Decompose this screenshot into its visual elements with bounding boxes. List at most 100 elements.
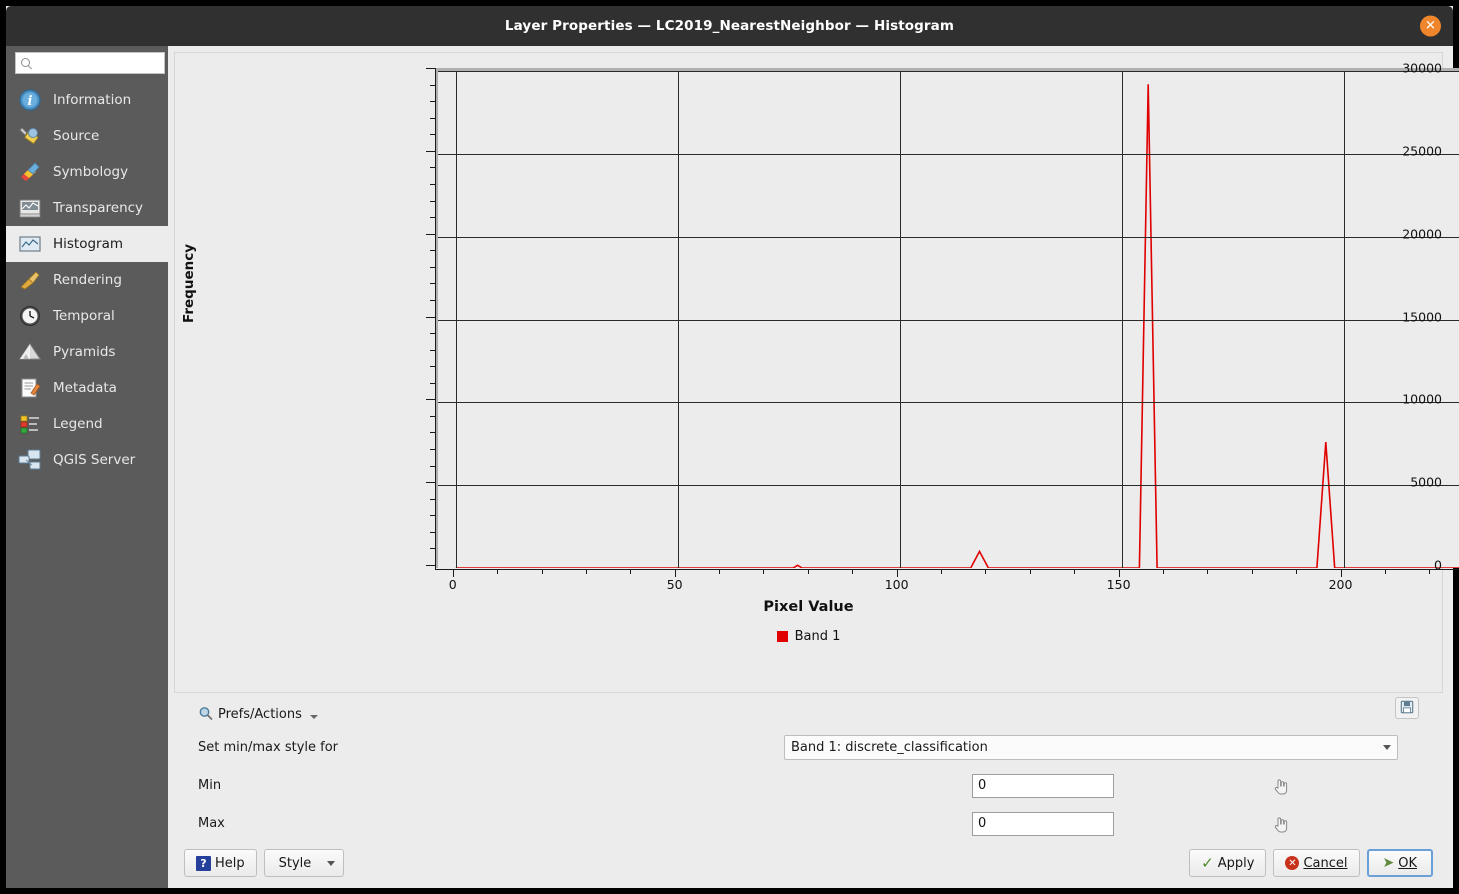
x-tick-major xyxy=(1340,569,1342,577)
dialog-body: i Information Source Symbology Transpare… xyxy=(6,46,1459,888)
band-select-value: Band 1: discrete_classification xyxy=(791,740,988,755)
y-tick-minor xyxy=(430,101,435,103)
cancel-label: Cancel xyxy=(1303,855,1348,871)
x-tick-minor xyxy=(1074,569,1076,574)
pyramids-icon xyxy=(18,340,42,364)
sidebar: i Information Source Symbology Transpare… xyxy=(6,46,168,888)
y-tick-minor xyxy=(430,167,435,169)
min-label: Min xyxy=(198,778,222,793)
sidebar-item-symbology[interactable]: Symbology xyxy=(6,154,168,190)
sidebar-item-metadata[interactable]: Metadata xyxy=(6,370,168,406)
y-tick-major xyxy=(426,233,435,235)
histogram-controls: Prefs/Actions Set min/max style for Band… xyxy=(174,693,1443,839)
magnifier-prefs-icon xyxy=(198,706,214,722)
prefs-actions-row: Prefs/Actions xyxy=(198,697,1433,725)
y-tick-minor xyxy=(430,465,435,467)
x-tick-minor xyxy=(941,569,943,574)
y-tick-label: 10000 xyxy=(1402,391,1442,407)
sidebar-item-label: Histogram xyxy=(53,236,124,252)
min-input[interactable] xyxy=(972,773,1114,798)
qgis-server-icon xyxy=(18,448,42,472)
style-label: Style xyxy=(278,855,312,871)
x-tick-major xyxy=(674,569,676,577)
ok-label: OK xyxy=(1398,855,1417,871)
x-tick-major xyxy=(1118,569,1120,577)
sidebar-item-label: Source xyxy=(53,128,100,144)
histogram-icon xyxy=(18,232,42,256)
title-bar: Layer Properties — LC2019_NearestNeighbo… xyxy=(6,6,1453,46)
x-tick-minor xyxy=(1296,569,1298,574)
chevron-down-icon[interactable] xyxy=(309,715,318,719)
y-tick-minor xyxy=(430,498,435,500)
information-icon: i xyxy=(18,88,42,112)
sidebar-item-label: Symbology xyxy=(53,164,129,180)
x-tick-minor xyxy=(585,569,587,574)
y-tick-minor xyxy=(430,366,435,368)
sidebar-item-rendering[interactable]: Rendering xyxy=(6,262,168,298)
sidebar-item-transparency[interactable]: Transparency xyxy=(6,190,168,226)
x-tick-label: 100 xyxy=(884,577,909,592)
y-tick-minor xyxy=(430,349,435,351)
search-icon xyxy=(21,57,32,69)
prefs-actions-label[interactable]: Prefs/Actions xyxy=(218,707,302,722)
raster-histogram-chart: Raster Histogram Frequency Pixel Value 0… xyxy=(174,52,1459,693)
y-tick-major xyxy=(426,316,435,318)
sidebar-item-histogram[interactable]: Histogram xyxy=(6,226,168,262)
temporal-clock-icon xyxy=(18,304,42,328)
x-tick-minor xyxy=(630,569,632,574)
x-tick-minor xyxy=(1162,569,1164,574)
gridline-vertical xyxy=(677,71,679,568)
x-tick-minor xyxy=(807,569,809,574)
sidebar-item-qgis-server[interactable]: QGIS Server xyxy=(6,442,168,478)
ok-button[interactable]: ➤ OK xyxy=(1366,849,1433,877)
sidebar-item-legend[interactable]: Legend xyxy=(6,406,168,442)
y-tick-label: 20000 xyxy=(1402,226,1442,242)
x-tick-minor xyxy=(719,569,721,574)
save-button[interactable] xyxy=(1395,697,1419,719)
y-tick-minor xyxy=(430,266,435,268)
apply-button[interactable]: ✓ Apply xyxy=(1189,849,1267,877)
chart-y-axis-label: Frequency xyxy=(181,243,197,323)
sidebar-item-information[interactable]: i Information xyxy=(6,82,168,118)
x-tick-label: 50 xyxy=(666,577,683,592)
x-tick-minor xyxy=(985,569,987,574)
pointing-hand-icon[interactable] xyxy=(1273,815,1289,833)
pointing-hand-icon[interactable] xyxy=(1273,777,1289,795)
max-row: Max xyxy=(198,808,1433,839)
y-tick-minor xyxy=(430,299,435,301)
y-tick-minor xyxy=(430,84,435,86)
sidebar-item-pyramids[interactable]: Pyramids xyxy=(6,334,168,370)
x-tick-minor xyxy=(763,569,765,574)
gridline-vertical xyxy=(1121,71,1123,568)
y-tick-label: 0 xyxy=(1434,557,1442,573)
chart-legend: Band 1 xyxy=(175,629,1442,644)
help-button[interactable]: ? Help xyxy=(184,849,257,877)
x-tick-major xyxy=(452,569,454,577)
search-box[interactable] xyxy=(15,52,165,74)
transparency-icon xyxy=(18,196,42,220)
y-tick-minor xyxy=(430,283,435,285)
y-tick-minor xyxy=(430,250,435,252)
legend-label-band1: Band 1 xyxy=(794,629,841,644)
y-tick-major xyxy=(426,482,435,484)
cancel-button[interactable]: ✕ Cancel xyxy=(1273,849,1360,877)
content-pane: Raster Histogram Frequency Pixel Value 0… xyxy=(168,46,1459,888)
y-tick-label: 5000 xyxy=(1410,474,1442,490)
close-icon[interactable]: ✕ xyxy=(1420,15,1441,37)
sidebar-item-label: Information xyxy=(53,92,132,108)
x-tick-minor xyxy=(1029,569,1031,574)
band-select[interactable]: Band 1: discrete_classification xyxy=(784,735,1398,760)
sidebar-search xyxy=(6,52,168,82)
x-tick-label: 0 xyxy=(448,577,457,592)
sidebar-item-source[interactable]: Source xyxy=(6,118,168,154)
y-tick-label: 25000 xyxy=(1402,143,1442,159)
max-input[interactable] xyxy=(972,811,1114,836)
search-input[interactable] xyxy=(32,55,164,71)
help-icon: ? xyxy=(196,855,211,871)
sidebar-item-temporal[interactable]: Temporal xyxy=(6,298,168,334)
gridline-vertical xyxy=(899,71,901,568)
y-tick-major xyxy=(426,68,435,69)
style-button[interactable]: Style xyxy=(263,849,345,877)
sidebar-item-label: QGIS Server xyxy=(53,452,136,468)
x-tick-minor xyxy=(852,569,854,574)
